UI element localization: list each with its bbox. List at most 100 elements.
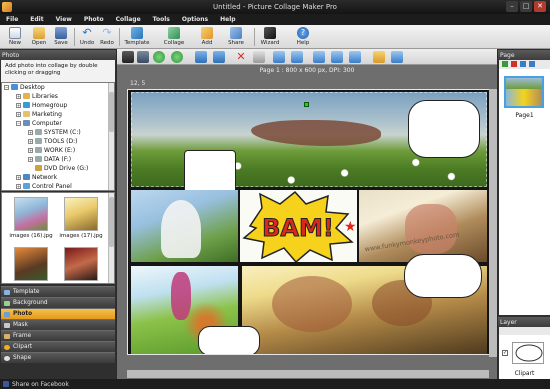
expand-icon[interactable]: + [16, 112, 21, 117]
menu-tools[interactable]: Tools [147, 14, 176, 25]
speech-bubble[interactable] [404, 254, 482, 298]
tree-scrollbar[interactable] [108, 83, 114, 190]
tab-template[interactable]: Template [1, 286, 115, 297]
add-button[interactable]: Add [196, 26, 218, 48]
menu-collage[interactable]: Collage [110, 14, 147, 25]
collage-canvas[interactable]: BAM! ★ www.funkymonkeyphoto.com [127, 89, 490, 355]
photo-thumbnail[interactable] [14, 247, 48, 281]
tree-item-drive-d[interactable]: + TOOLS (D:) [28, 138, 78, 146]
align-right-icon[interactable] [349, 51, 361, 63]
share-button[interactable]: Share [224, 26, 248, 48]
new-button[interactable]: New [4, 26, 26, 48]
tree-item-control-panel[interactable]: + Control Panel [16, 183, 72, 190]
tree-item-network[interactable]: + Network [16, 174, 57, 182]
photo-cell-girl-white-dress[interactable] [131, 190, 238, 262]
tree-item-drive-c[interactable]: + SYSTEM (C:) [28, 129, 81, 137]
library-icon [23, 93, 30, 99]
expand-icon[interactable]: + [16, 103, 21, 108]
speech-bubble[interactable] [198, 326, 260, 354]
tab-shape[interactable]: Shape [1, 352, 115, 363]
tree-item-desktop[interactable]: − Desktop [4, 84, 45, 92]
tree-item-drive-e[interactable]: + WORK (E:) [28, 147, 75, 155]
collapse-icon[interactable]: − [4, 85, 9, 90]
layer-thumbnail[interactable] [512, 342, 544, 364]
page-thumbnail[interactable] [504, 76, 544, 108]
person-icon[interactable] [122, 51, 134, 63]
photo-thumbnail[interactable] [14, 197, 48, 231]
tree-item-computer[interactable]: − Computer [16, 120, 62, 128]
expand-icon[interactable]: + [28, 157, 33, 162]
tab-background[interactable]: Background [1, 297, 115, 308]
tree-scroll-thumb[interactable] [109, 92, 114, 132]
red-star-icon: ★ [344, 219, 357, 235]
speech-bubble[interactable] [408, 100, 480, 158]
crop-icon[interactable] [137, 51, 149, 63]
effects-icon[interactable] [373, 51, 385, 63]
align-left-icon[interactable] [313, 51, 325, 63]
help-button[interactable]: ? Help [292, 26, 314, 48]
redo-arrow-icon: ↷ [102, 26, 112, 39]
wizard-button[interactable]: Wizard [258, 26, 282, 48]
canvas-vertical-scrollbar[interactable] [489, 89, 497, 357]
expand-icon[interactable]: + [28, 139, 33, 144]
add-photo-icon [201, 27, 213, 39]
tab-clipart[interactable]: Clipart [1, 341, 115, 352]
template-button[interactable]: Template [122, 26, 152, 48]
clipart-icon [4, 345, 10, 350]
expand-icon[interactable]: + [16, 184, 21, 189]
expand-icon[interactable]: + [16, 175, 21, 180]
close-button[interactable]: ✕ [534, 1, 546, 12]
minimize-button[interactable]: – [506, 1, 518, 12]
clipart-bam-cell[interactable]: BAM! [240, 190, 357, 262]
menu-file[interactable]: File [0, 14, 24, 25]
send-backward-icon[interactable] [171, 51, 183, 63]
thumbnail-scroll-thumb[interactable] [109, 197, 114, 247]
person-figure [272, 276, 352, 332]
tab-mask[interactable]: Mask [1, 319, 115, 330]
menu-view[interactable]: View [50, 14, 78, 25]
menu-photo[interactable]: Photo [78, 14, 110, 25]
align-center-icon[interactable] [331, 51, 343, 63]
add-page-icon[interactable] [502, 61, 508, 67]
speech-bubble[interactable] [184, 150, 236, 194]
facebook-icon[interactable] [3, 381, 9, 387]
tab-photo[interactable]: Photo [1, 308, 115, 319]
tree-item-homegroup[interactable]: + Homegroup [16, 102, 67, 110]
redo-button[interactable]: ↷ Redo [97, 26, 117, 48]
maximize-button[interactable]: □ [520, 1, 532, 12]
rotate-left-icon[interactable] [195, 51, 207, 63]
share-facebook-link[interactable]: Share on Facebook [12, 381, 69, 388]
menu-edit[interactable]: Edit [24, 14, 49, 25]
expand-icon[interactable]: + [28, 130, 33, 135]
collage-button[interactable]: Collage [160, 26, 188, 48]
tree-item-drive-f[interactable]: + DATA (F:) [28, 156, 71, 164]
layer-visibility-checkbox[interactable]: ✓ [502, 350, 508, 356]
tree-item-marketing[interactable]: + Marketing [16, 111, 62, 119]
expand-icon[interactable]: + [16, 94, 21, 99]
open-button[interactable]: Open [28, 26, 50, 48]
page-down-icon[interactable] [529, 61, 535, 67]
menu-options[interactable]: Options [176, 14, 214, 25]
tree-item-dvd[interactable]: DVD Drive (G:) [35, 165, 88, 173]
folder-tree[interactable]: − Desktop + Libraries + Homegroup + Marketin… [1, 82, 115, 191]
delete-icon[interactable]: ✕ [235, 51, 247, 63]
photo-thumbnail[interactable] [64, 197, 98, 231]
fill-icon[interactable] [291, 51, 303, 63]
tab-frame[interactable]: Frame [1, 330, 115, 341]
copy-icon[interactable] [253, 51, 265, 63]
fit-icon[interactable] [273, 51, 285, 63]
delete-page-icon[interactable] [511, 61, 517, 67]
thumbnail-scrollbar[interactable] [108, 193, 114, 283]
canvas-horizontal-scrollbar[interactable] [127, 370, 489, 378]
menu-help[interactable]: Help [214, 14, 241, 25]
undo-button[interactable]: ↶ Undo [77, 26, 97, 48]
photo-thumbnail[interactable] [64, 247, 98, 281]
tree-item-libraries[interactable]: + Libraries [16, 93, 58, 101]
expand-icon[interactable]: + [28, 148, 33, 153]
zoom-icon[interactable] [391, 51, 403, 63]
rotate-right-icon[interactable] [213, 51, 225, 63]
save-button[interactable]: Save [50, 26, 72, 48]
bring-forward-icon[interactable] [153, 51, 165, 63]
page-up-icon[interactable] [520, 61, 526, 67]
collapse-icon[interactable]: − [16, 121, 21, 126]
